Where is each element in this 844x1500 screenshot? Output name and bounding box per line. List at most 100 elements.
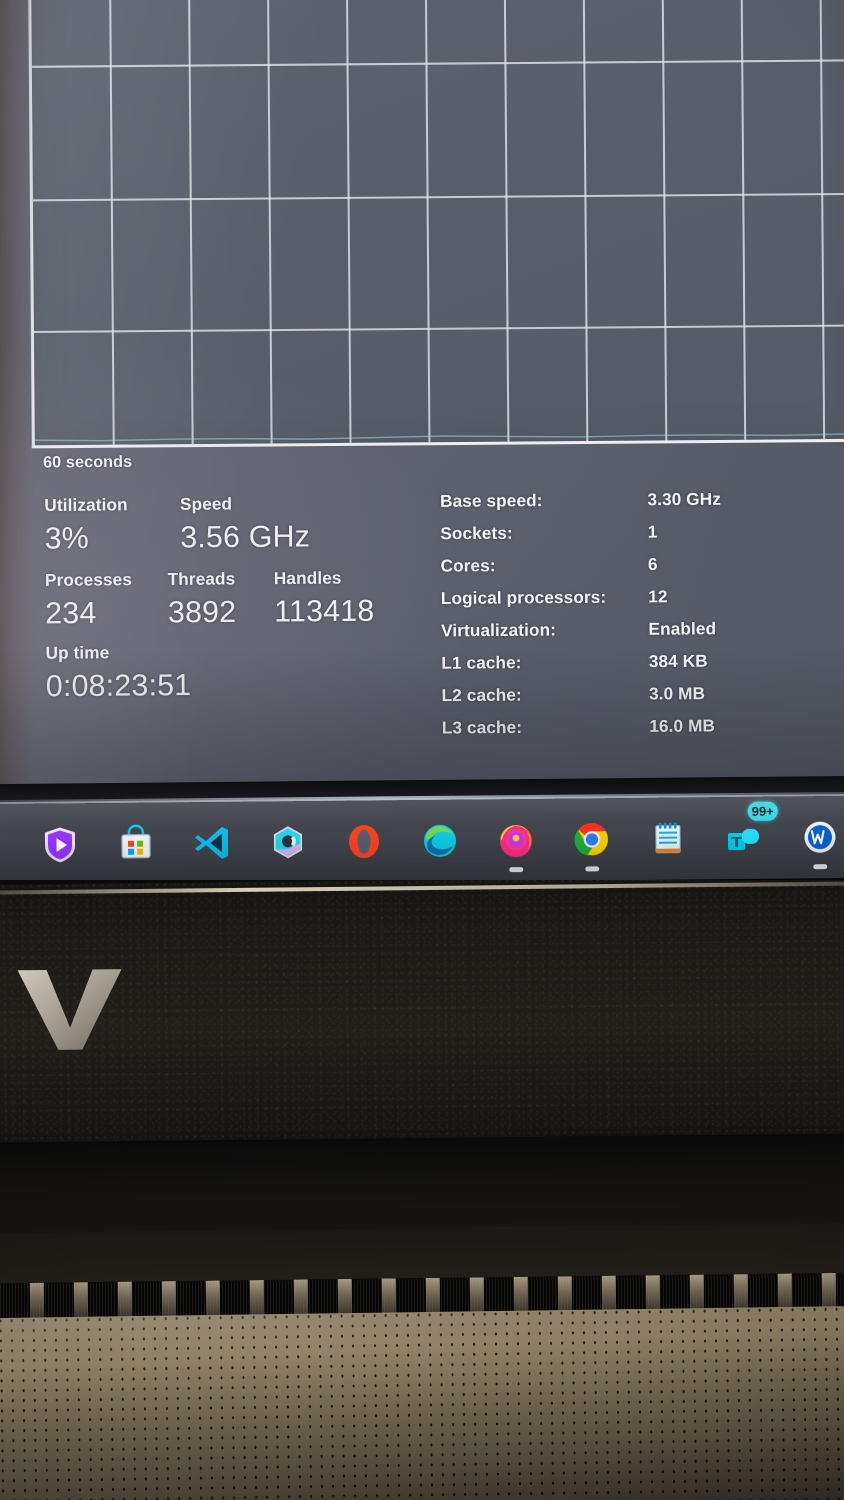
spec-row-cores: Cores: 6 [440, 553, 844, 589]
gridline-horizontal [32, 192, 844, 202]
notepad-icon [648, 818, 688, 858]
gridline-vertical [581, 0, 589, 441]
gridline-horizontal [33, 324, 844, 333]
laptop-hinge-band [0, 880, 844, 1155]
taskbar-icon-strip: 99+ [0, 796, 844, 886]
running-indicator [585, 866, 600, 872]
taskbar-item-sticky-notes[interactable] [0, 807, 22, 884]
stat-processes: Processes 234 [45, 567, 168, 635]
spec-row-base-speed: Base speed: 3.30 GHz [440, 489, 844, 525]
stat-uptime: Up time 0:08:23:51 [45, 639, 191, 707]
gridline-vertical [739, 0, 747, 440]
windows-taskbar[interactable]: 99+ [0, 795, 844, 887]
task-manager-cpu-pane: 60 seconds Utilization 3% Speed 3.56 GHz [0, 0, 844, 790]
stat-label-utilization: Utilization [44, 495, 128, 516]
gridline-vertical [660, 0, 668, 441]
gridline-horizontal [31, 59, 844, 68]
stat-label-speed: Speed [179, 494, 233, 514]
gridline-vertical [345, 0, 352, 443]
spec-key: L3 cache: [441, 717, 523, 738]
vs-code-icon [192, 823, 232, 863]
taskbar-item-microsoft-store[interactable] [98, 805, 175, 882]
laptop-chassis [0, 880, 844, 1500]
speaker-perforations [0, 1305, 844, 1500]
stat-label-uptime: Up time [45, 643, 110, 663]
spec-row-l1-cache: L1 cache: 384 KB [441, 650, 844, 686]
cpu-stats-block: Utilization 3% Speed 3.56 GHz Processes … [44, 490, 430, 708]
taskbar-item-edge[interactable] [402, 802, 479, 879]
running-indicator [813, 864, 828, 870]
stats-row-processes-threads-handles: Processes 234 Threads 3892 Handles 11341… [45, 565, 430, 635]
spec-value: 6 [647, 554, 658, 575]
graph-time-axis-label: 60 seconds [42, 453, 133, 472]
spec-key: Logical processors: [440, 587, 607, 609]
notification-badge: 99+ [747, 801, 778, 821]
media-player-icon [40, 824, 80, 864]
victus-v-logo [13, 963, 126, 1052]
stat-value-utilization: 3% [44, 521, 90, 556]
spec-row-l2-cache: L2 cache: 3.0 MB [441, 683, 844, 719]
taskbar-item-firefox[interactable] [478, 802, 555, 879]
graph-plot-area [27, 0, 844, 449]
cpu-specs-block: Base speed: 3.30 GHz Sockets: 1 Cores: 6… [440, 489, 844, 751]
taskbar-item-hexagon-app[interactable] [250, 804, 327, 881]
spec-row-logical-processors: Logical processors: 12 [441, 586, 844, 622]
spec-value: 12 [648, 587, 668, 607]
speaker-grille [0, 1305, 844, 1500]
sticky-notes-icon [0, 825, 4, 865]
running-indicator [509, 867, 524, 873]
spec-key: Cores: [440, 556, 496, 576]
spec-key: L1 cache: [441, 652, 522, 673]
word-icon [800, 817, 840, 857]
teams-icon [724, 818, 764, 858]
stat-value-speed: 3.56 GHz [180, 520, 311, 555]
cpu-usage-plot-line [34, 426, 844, 443]
gridline-vertical [266, 0, 273, 444]
taskbar-item-teams[interactable]: 99+ [706, 800, 783, 877]
taskbar-item-chrome[interactable] [554, 801, 631, 878]
stat-label-threads: Threads [167, 569, 236, 589]
spec-key: Sockets: [440, 523, 513, 544]
stats-row-uptime: Up time 0:08:23:51 [45, 638, 430, 708]
taskbar-item-vs-code[interactable] [174, 805, 251, 882]
taskbar-item-notepad[interactable] [630, 800, 707, 877]
microsoft-store-icon [116, 824, 156, 864]
gridline-vertical [818, 0, 826, 440]
spec-row-virtualization: Virtualization: Enabled [441, 618, 844, 654]
stat-value-processes: 234 [45, 596, 97, 631]
stat-threads: Threads 3892 [168, 566, 275, 634]
spec-row-l3-cache: L3 cache: 16.0 MB [442, 715, 844, 751]
spec-key: L2 cache: [441, 685, 522, 706]
hexagon-app-icon [268, 822, 308, 862]
opera-icon [344, 821, 384, 861]
stat-value-handles: 113418 [273, 594, 375, 629]
stat-label-processes: Processes [44, 570, 133, 590]
laptop-screen: 60 seconds Utilization 3% Speed 3.56 GHz [0, 0, 844, 790]
stat-utilization: Utilization 3% [44, 492, 180, 560]
stat-value-uptime: 0:08:23:51 [45, 668, 192, 704]
spec-key: Virtualization: [440, 620, 557, 641]
spec-key: Base speed: [439, 490, 543, 511]
taskbar-item-opera[interactable] [326, 803, 403, 880]
spec-value: 3.30 GHz [647, 489, 722, 510]
stat-label-handles: Handles [273, 568, 342, 589]
stat-value-threads: 3892 [167, 595, 237, 630]
spec-value: 384 KB [648, 651, 708, 672]
spec-value: 16.0 MB [649, 716, 716, 736]
spec-value: 3.0 MB [648, 683, 706, 704]
stat-handles: Handles 113418 [274, 565, 430, 633]
spec-value: Enabled [648, 619, 717, 639]
chassis-texture [0, 880, 844, 1155]
spec-value: 1 [647, 522, 658, 542]
gridline-vertical [502, 0, 510, 442]
taskbar-item-media-player[interactable] [22, 806, 99, 883]
edge-icon [420, 821, 460, 861]
stat-speed: Speed 3.56 GHz [180, 490, 423, 559]
stats-row-utilization-speed: Utilization 3% Speed 3.56 GHz [44, 490, 429, 560]
gridline-vertical [423, 0, 431, 443]
chrome-icon [572, 819, 612, 859]
spec-row-sockets: Sockets: 1 [440, 521, 844, 557]
firefox-icon [496, 820, 536, 860]
cpu-utilization-graph[interactable] [27, 0, 844, 449]
taskbar-item-word[interactable] [782, 799, 844, 876]
